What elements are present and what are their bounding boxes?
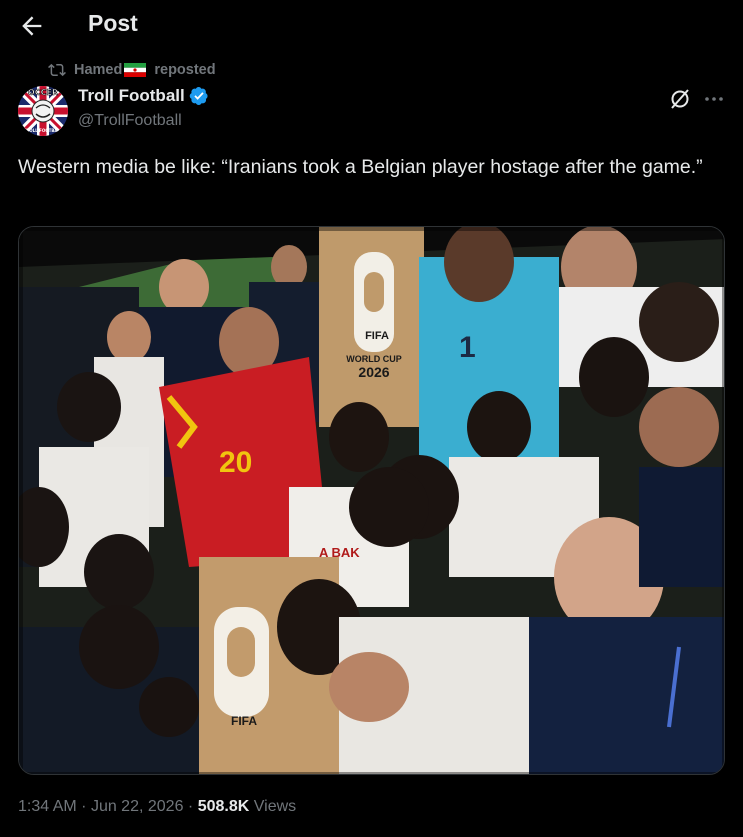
post-date[interactable]: Jun 22, 2026 (91, 798, 184, 815)
more-options-icon[interactable] (702, 87, 726, 111)
author-info[interactable]: Troll Football (78, 86, 209, 106)
views-label: Views (253, 798, 297, 815)
author-handle[interactable]: @TrollFootball (78, 112, 182, 130)
post-time[interactable]: 1:34 AM (18, 798, 77, 815)
top-bar: Post (0, 0, 743, 52)
svg-text:20: 20 (219, 446, 252, 479)
tweet-text: Western media be like: “Iranians took a … (18, 156, 703, 178)
svg-text:FIFA: FIFA (231, 714, 257, 728)
views-count[interactable]: 508.8K (198, 798, 250, 815)
page-title: Post (88, 10, 138, 36)
photo-illustration: FIFA WORLD CUP 2026 1 20 A BAK FIFA (19, 227, 724, 774)
repost-user[interactable]: Hamed (74, 62, 122, 78)
svg-text:OCCER: OCCER (28, 88, 58, 97)
repost-icon (48, 63, 66, 77)
svg-text:WORLD CUP: WORLD CUP (346, 354, 402, 364)
svg-text:TROLL FOOTBALL: TROLL FOOTBALL (23, 128, 63, 133)
svg-text:1: 1 (459, 331, 476, 364)
author-name[interactable]: Troll Football (78, 86, 209, 106)
svg-text:FIFA: FIFA (365, 330, 389, 342)
iran-flag-icon (124, 63, 147, 77)
separator: · (187, 798, 194, 815)
svg-text:2026: 2026 (358, 364, 389, 380)
grok-icon[interactable] (668, 87, 692, 111)
repost-indicator[interactable]: Hamed reposted (48, 60, 216, 80)
post-metadata: 1:34 AM · Jun 22, 2026 · 508.8K Views (18, 798, 296, 816)
separator: · (81, 798, 87, 815)
avatar[interactable]: OCCER TROLL FOOTBALL (18, 86, 68, 136)
verified-badge-icon (189, 87, 208, 105)
back-arrow-icon[interactable] (18, 12, 46, 40)
repost-suffix: reposted (154, 62, 216, 78)
tweet-photo[interactable]: FIFA WORLD CUP 2026 1 20 A BAK FIFA (18, 226, 725, 775)
